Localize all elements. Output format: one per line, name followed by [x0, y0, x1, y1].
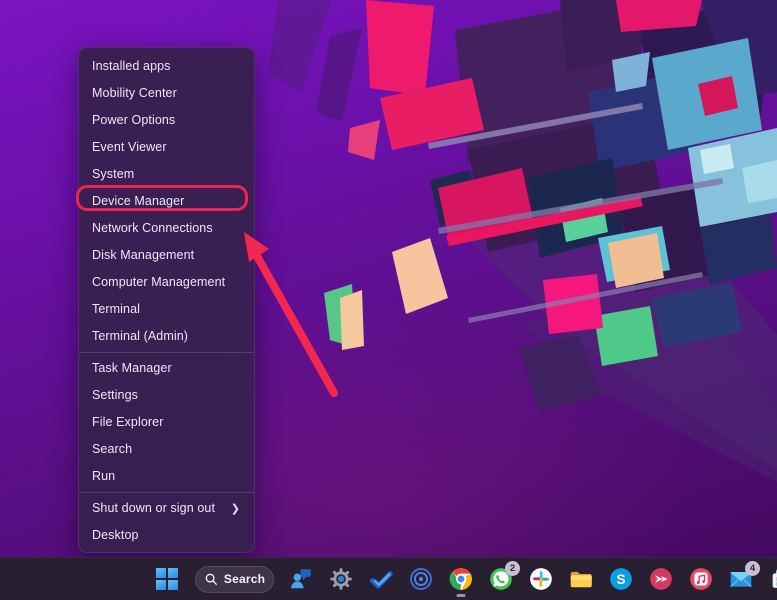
running-indicator — [456, 594, 465, 597]
menu-item-mobility-center[interactable]: Mobility Center — [79, 80, 254, 107]
menu-item-terminal-admin[interactable]: Terminal (Admin) — [79, 323, 254, 350]
menu-item-terminal[interactable]: Terminal — [79, 296, 254, 323]
menu-item-label: Run — [92, 470, 115, 483]
chrome-icon — [448, 566, 474, 592]
taskbar-app-feather[interactable] — [647, 560, 674, 598]
taskbar-app-settings[interactable] — [327, 560, 354, 598]
menu-item-label: Terminal — [92, 303, 140, 316]
menu-item-power-options[interactable]: Power Options — [79, 107, 254, 134]
taskbar-app-rings[interactable] — [407, 560, 434, 598]
menu-item-disk-management[interactable]: Disk Management — [79, 242, 254, 269]
taskbar-app-microsoft-store[interactable] — [767, 560, 777, 598]
menu-item-label: Installed apps — [92, 60, 171, 73]
menu-item-label: Desktop — [92, 529, 139, 542]
taskbar-app-todo[interactable] — [367, 560, 394, 598]
menu-item-label: Computer Management — [92, 276, 225, 289]
menu-item-label: Terminal (Admin) — [92, 330, 188, 343]
winx-menu: Installed apps Mobility Center Power Opt… — [78, 47, 255, 553]
search-icon — [204, 572, 218, 586]
menu-item-label: File Explorer — [92, 416, 163, 429]
taskbar-app-itunes[interactable] — [687, 560, 714, 598]
skype-icon: S — [608, 566, 634, 592]
start-button[interactable] — [152, 560, 182, 598]
menu-item-computer-management[interactable]: Computer Management — [79, 269, 254, 296]
menu-item-settings[interactable]: Settings — [79, 382, 254, 409]
windows-logo-icon — [156, 568, 178, 590]
taskbar-app-skype[interactable]: S — [607, 560, 634, 598]
taskbar: Search — [0, 557, 777, 600]
menu-separator — [79, 352, 254, 353]
menu-item-label: Device Manager — [92, 195, 184, 208]
store-bag-icon — [768, 566, 777, 592]
menu-item-label: System — [92, 168, 134, 181]
taskbar-app-mail[interactable]: 4 — [727, 560, 754, 598]
menu-item-label: Task Manager — [92, 362, 172, 375]
menu-item-system[interactable]: System — [79, 161, 254, 188]
menu-item-task-manager[interactable]: Task Manager — [79, 355, 254, 382]
menu-item-desktop[interactable]: Desktop — [79, 522, 254, 549]
search-label: Search — [224, 572, 265, 586]
menu-item-run[interactable]: Run — [79, 463, 254, 490]
signal-rings-icon — [408, 566, 434, 592]
gear-icon — [328, 566, 354, 592]
check-icon — [368, 566, 394, 592]
chevron-right-icon: ❯ — [231, 502, 240, 515]
taskbar-app-people-chat[interactable] — [287, 560, 314, 598]
menu-item-label: Shut down or sign out — [92, 502, 215, 515]
music-note-icon — [688, 566, 714, 592]
menu-item-label: Mobility Center — [92, 87, 177, 100]
taskbar-app-whatsapp[interactable]: 2 — [487, 560, 514, 598]
folder-icon — [568, 566, 594, 592]
menu-item-event-viewer[interactable]: Event Viewer — [79, 134, 254, 161]
feather-arrows-icon — [648, 566, 674, 592]
menu-item-label: Disk Management — [92, 249, 194, 262]
menu-item-file-explorer[interactable]: File Explorer — [79, 409, 254, 436]
taskbar-app-file-explorer[interactable] — [567, 560, 594, 598]
menu-item-label: Search — [92, 443, 132, 456]
menu-item-installed-apps[interactable]: Installed apps — [79, 53, 254, 80]
svg-text:S: S — [616, 572, 625, 587]
menu-item-label: Settings — [92, 389, 138, 402]
people-chat-icon — [288, 566, 314, 592]
menu-item-shut-down-or-sign-out[interactable]: Shut down or sign out ❯ — [79, 495, 254, 522]
notification-badge: 4 — [745, 561, 760, 576]
slack-icon — [528, 566, 554, 592]
menu-item-network-connections[interactable]: Network Connections — [79, 215, 254, 242]
menu-item-label: Network Connections — [92, 222, 213, 235]
menu-item-label: Event Viewer — [92, 141, 167, 154]
menu-item-device-manager[interactable]: Device Manager — [79, 188, 254, 215]
desktop: Installed apps Mobility Center Power Opt… — [0, 0, 777, 600]
taskbar-app-slack[interactable] — [527, 560, 554, 598]
menu-separator — [79, 492, 254, 493]
taskbar-search-box[interactable]: Search — [195, 566, 274, 593]
menu-item-search[interactable]: Search — [79, 436, 254, 463]
notification-badge: 2 — [505, 561, 520, 576]
menu-item-label: Power Options — [92, 114, 175, 127]
taskbar-app-chrome[interactable] — [447, 560, 474, 598]
